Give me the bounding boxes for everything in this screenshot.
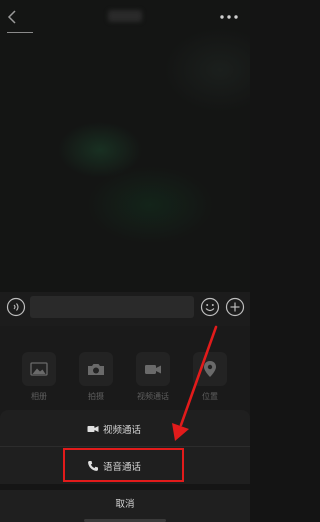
panel-item-label: 拍摄: [88, 392, 104, 401]
panel-item-camera[interactable]: [79, 352, 113, 386]
cancel-label: 取消: [115, 499, 135, 510]
message-input[interactable]: [30, 296, 194, 318]
panel-item-label: 位置: [202, 392, 218, 401]
panel-item-location[interactable]: [193, 352, 227, 386]
chat-title: [108, 10, 142, 22]
panel-item-label: 视频通话: [137, 392, 169, 401]
panel-item-video-call[interactable]: [136, 352, 170, 386]
cancel-button[interactable]: 取消: [0, 491, 250, 519]
highlight-box: [63, 448, 184, 482]
video-camera-icon: [87, 426, 99, 432]
divider: [0, 446, 250, 447]
video-call-label: 视频通话: [103, 425, 142, 436]
chat-background: [0, 0, 250, 292]
top-bar: [0, 0, 250, 34]
more-dots-icon[interactable]: [218, 14, 240, 20]
video-camera-icon: [145, 365, 161, 374]
video-call-option[interactable]: 视频通话: [0, 411, 250, 447]
divider: [7, 32, 33, 33]
image-icon: [30, 362, 48, 376]
plus-icon[interactable]: [225, 297, 245, 317]
divider: [0, 484, 250, 490]
camera-icon: [88, 364, 104, 375]
voice-input-icon[interactable]: [6, 297, 26, 317]
panel-item-album[interactable]: [22, 352, 56, 386]
location-pin-icon: [204, 361, 216, 377]
emoji-icon[interactable]: [200, 297, 220, 317]
panel-item-label: 相册: [31, 392, 47, 401]
chevron-left-icon[interactable]: [6, 9, 18, 25]
